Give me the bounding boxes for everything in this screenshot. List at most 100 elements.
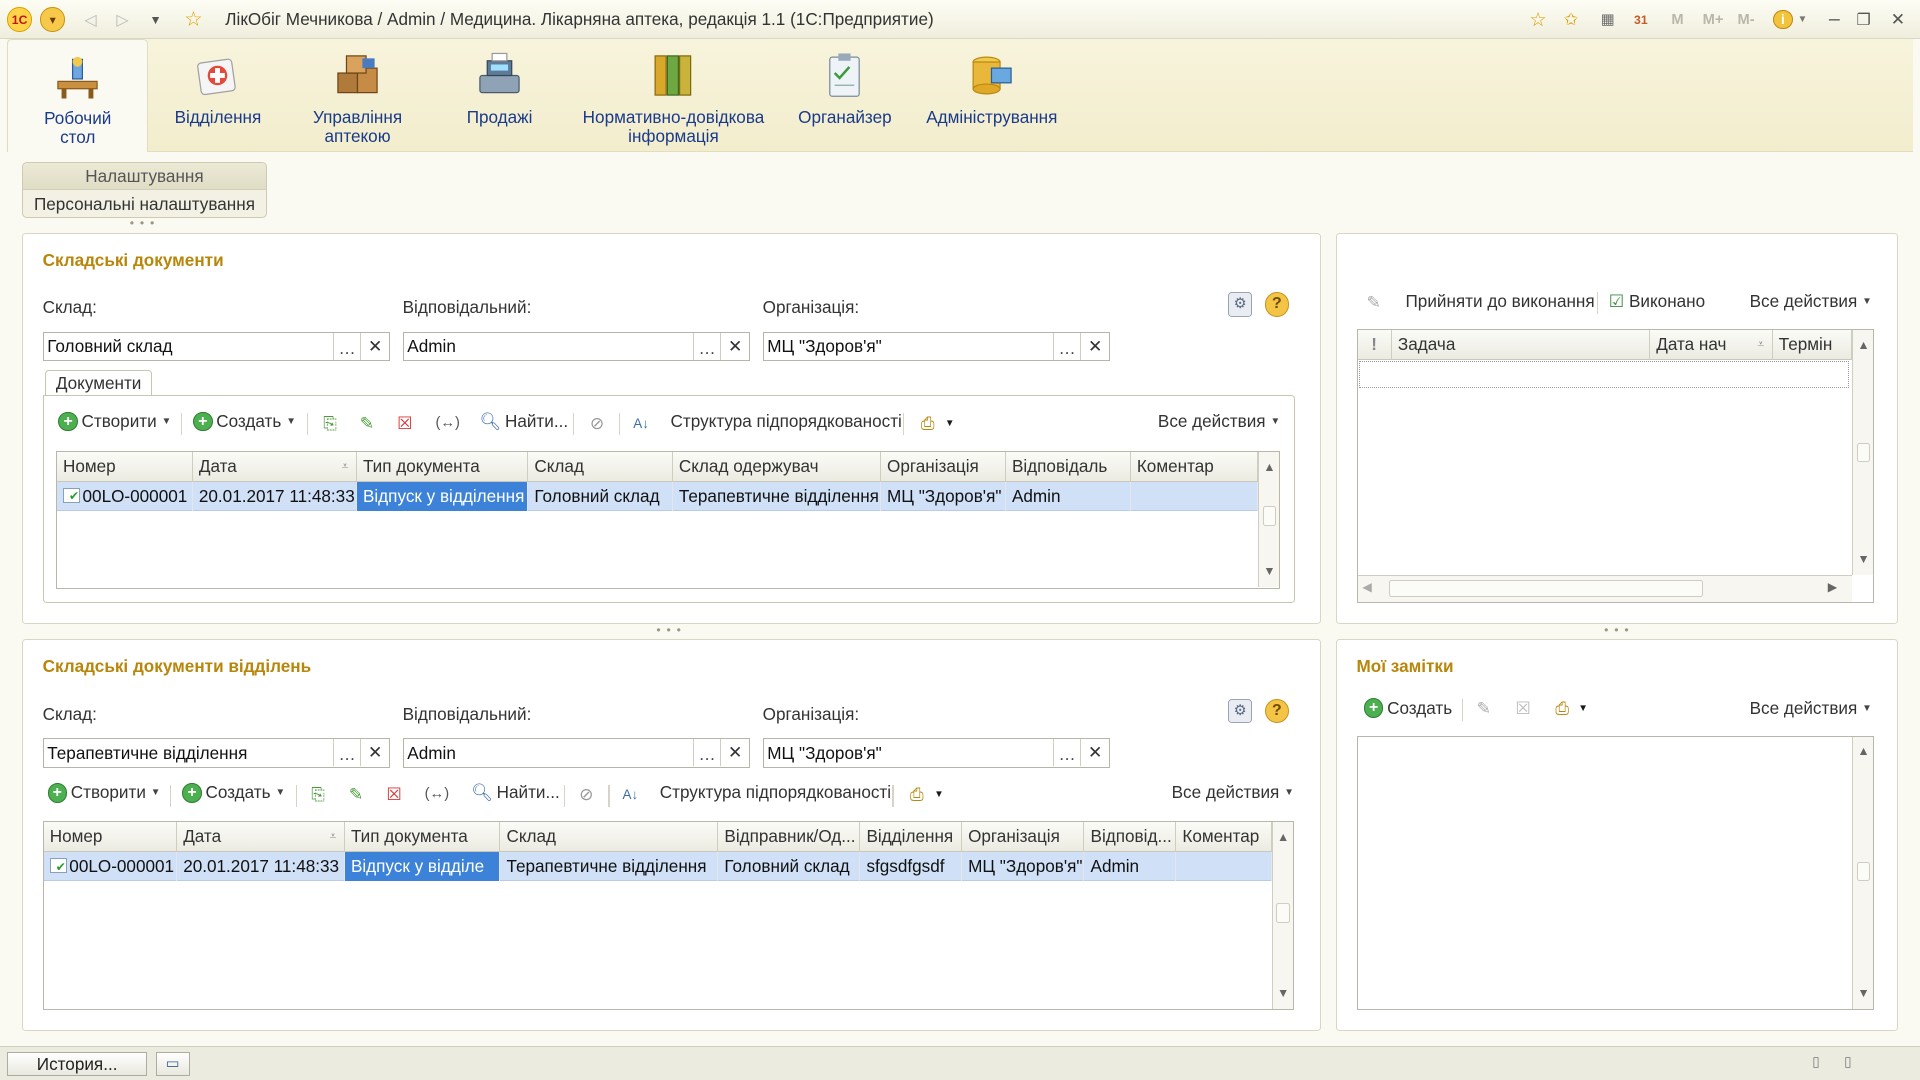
monitor-icon[interactable]: ▭ — [155, 1051, 190, 1077]
section-administration[interactable]: Адміністрування — [918, 39, 1065, 152]
find-button[interactable]: 🔍︎ Найти... — [471, 782, 560, 803]
scroll-thumb[interactable] — [1389, 579, 1703, 597]
history-button[interactable]: История... — [7, 1051, 147, 1077]
select-button[interactable]: … — [693, 332, 720, 360]
edit-pencil-icon[interactable]: ✎ — [355, 411, 379, 435]
scroll-down-icon[interactable]: ▼ — [1273, 982, 1293, 1004]
nav-item-personal-settings[interactable]: Персональні налаштування — [23, 190, 266, 218]
column-header[interactable]: Дата ⩡ — [177, 822, 345, 852]
all-actions-button[interactable]: Все действия ▼ — [1750, 291, 1872, 312]
back-arrow-icon[interactable]: ◁ — [78, 7, 102, 31]
clear-icon[interactable]: ✕ — [720, 739, 749, 767]
memory-mplus-button[interactable]: M+ — [1697, 6, 1729, 33]
create-ua-button[interactable]: + Створити ▼ — [58, 411, 171, 432]
splitter-handle[interactable]: • • • — [1604, 623, 1630, 637]
column-header[interactable]: Дата нач ⩡ — [1650, 330, 1773, 360]
info-indicator-icon[interactable]: ▯ — [1844, 1054, 1851, 1070]
minimize-icon[interactable]: – — [1822, 6, 1846, 33]
clear-icon[interactable]: ✕ — [1080, 332, 1109, 360]
settings-icon[interactable]: ⚙ — [1227, 292, 1253, 317]
settings-icon[interactable]: ⚙ — [1227, 698, 1253, 724]
select-button[interactable]: … — [1053, 332, 1080, 360]
1c-logo-icon[interactable]: 1С — [7, 7, 32, 32]
done-button[interactable]: ☑ Виконано — [1609, 291, 1705, 312]
scroll-thumb[interactable] — [1262, 506, 1277, 526]
scroll-up-icon[interactable]: ▲ — [1273, 826, 1293, 848]
column-header[interactable]: Склад одержувач — [673, 452, 881, 482]
print-icon[interactable]: ⎙ — [905, 782, 929, 806]
table-row[interactable]: 00LO-000001 20.01.2017 11:48:33 Відпуск … — [56, 481, 1259, 512]
table-row[interactable]: 00LO-000001 20.01.2017 11:48:33 Відпуск … — [43, 851, 1272, 882]
cancel-search-icon[interactable]: ⊘ — [585, 411, 609, 435]
column-header[interactable]: Коментар — [1131, 452, 1259, 482]
documents-table[interactable]: Номер Дата ⩡ Тип документа Склад Склад од… — [55, 451, 1281, 589]
scroll-up-icon[interactable]: ▲ — [1853, 334, 1873, 356]
column-header[interactable]: Номер — [57, 452, 193, 482]
column-header[interactable]: Дата ⩡ — [193, 452, 357, 482]
scroll-down-icon[interactable]: ▼ — [1853, 982, 1873, 1004]
edit-pencil-icon[interactable]: ✎ — [1361, 290, 1385, 314]
sort-icon[interactable]: A↓ — [629, 411, 653, 435]
copy-icon[interactable]: ⎘ — [306, 782, 330, 806]
sort-icon[interactable]: A↓ — [618, 782, 642, 806]
create-note-button[interactable]: + Создать — [1363, 698, 1452, 719]
scroll-up-icon[interactable]: ▲ — [1259, 456, 1279, 478]
scroll-thumb[interactable] — [1856, 442, 1871, 463]
column-header[interactable]: Організація — [962, 822, 1085, 852]
select-button[interactable]: … — [1053, 739, 1080, 767]
column-header[interactable]: Відповід... — [1084, 822, 1177, 852]
structure-button[interactable]: Структура підпорядкованості — [660, 782, 891, 803]
warehouse-field[interactable]: Терапевтичне відділення … ✕ — [42, 738, 391, 768]
print-dropdown-icon[interactable]: ▼ — [927, 782, 951, 806]
clear-icon[interactable]: ✕ — [359, 739, 389, 767]
horizontal-scrollbar[interactable]: ◀ ▶ — [1357, 575, 1853, 602]
print-icon[interactable]: ⎙ — [915, 411, 939, 435]
delete-icon[interactable]: ☒ — [1511, 697, 1535, 721]
scroll-left-icon[interactable]: ◀ — [1362, 580, 1371, 594]
responsible-field[interactable]: Admin … ✕ — [402, 331, 751, 361]
all-actions-button[interactable]: Все действия ▼ — [1172, 782, 1294, 803]
select-button[interactable]: … — [333, 739, 360, 767]
vertical-scrollbar[interactable]: ▲ ▼ — [1852, 330, 1874, 576]
info-indicator-icon[interactable]: ▯ — [1812, 1054, 1819, 1070]
splitter-handle[interactable]: • • • — [656, 623, 682, 637]
scroll-up-icon[interactable]: ▲ — [1853, 740, 1873, 762]
accept-task-button[interactable]: Прийняти до виконання — [1405, 291, 1594, 312]
calculator-icon[interactable]: ▦ — [1594, 6, 1621, 33]
select-button[interactable]: … — [333, 332, 360, 360]
clear-icon[interactable]: ✕ — [359, 332, 389, 360]
scroll-right-icon[interactable]: ▶ — [1828, 580, 1837, 594]
find-button[interactable]: 🔍︎ Найти... — [480, 411, 569, 432]
info-icon[interactable]: i — [1771, 6, 1795, 33]
print-dropdown-icon[interactable]: ▼ — [1571, 697, 1595, 721]
edit-pencil-icon[interactable]: ✎ — [1472, 697, 1496, 721]
add-favorite-icon[interactable]: ☆ — [1525, 6, 1552, 33]
column-header[interactable]: Термін — [1773, 330, 1853, 360]
clear-icon[interactable]: ✕ — [1080, 739, 1109, 767]
vertical-scrollbar[interactable]: ▲ ▼ — [1271, 822, 1294, 1009]
main-menu-icon[interactable]: ▾ — [40, 7, 65, 32]
delete-icon[interactable]: ☒ — [393, 411, 417, 435]
all-actions-button[interactable]: Все действия ▼ — [1158, 411, 1280, 432]
all-actions-button[interactable]: Все действия ▼ — [1750, 698, 1872, 719]
memory-mminus-button[interactable]: M- — [1730, 6, 1762, 33]
print-dropdown-icon[interactable]: ▼ — [937, 411, 961, 435]
tasks-table[interactable]: ! Задача Дата нач ⩡ Термін ▲ ▼ ◀ ▶ — [1356, 329, 1875, 604]
favorites-list-icon[interactable]: ✩ — [1558, 6, 1585, 33]
create-ru-button[interactable]: + Создать ▼ — [182, 782, 285, 803]
select-button[interactable]: … — [693, 739, 720, 767]
dept-documents-table[interactable]: Номер Дата ⩡ Тип документа Склад Відправн… — [42, 821, 1295, 1010]
scroll-down-icon[interactable]: ▼ — [1853, 548, 1873, 570]
close-icon[interactable]: ✕ — [1886, 6, 1910, 33]
calendar-icon[interactable]: 31 — [1627, 6, 1654, 33]
create-ru-button[interactable]: + Создать ▼ — [192, 411, 296, 432]
column-header[interactable]: Номер — [44, 822, 178, 852]
section-desktop[interactable]: Робочий стол — [7, 39, 149, 152]
section-pharmacy-management[interactable]: Управління аптекою — [296, 39, 418, 152]
memory-m-button[interactable]: M — [1665, 6, 1689, 33]
splitter-handle[interactable]: • • • — [130, 216, 156, 230]
create-ua-button[interactable]: + Створити ▼ — [47, 782, 160, 803]
clear-icon[interactable]: ✕ — [720, 332, 749, 360]
edit-pencil-icon[interactable]: ✎ — [344, 782, 368, 806]
help-icon[interactable]: ? — [1264, 698, 1290, 724]
